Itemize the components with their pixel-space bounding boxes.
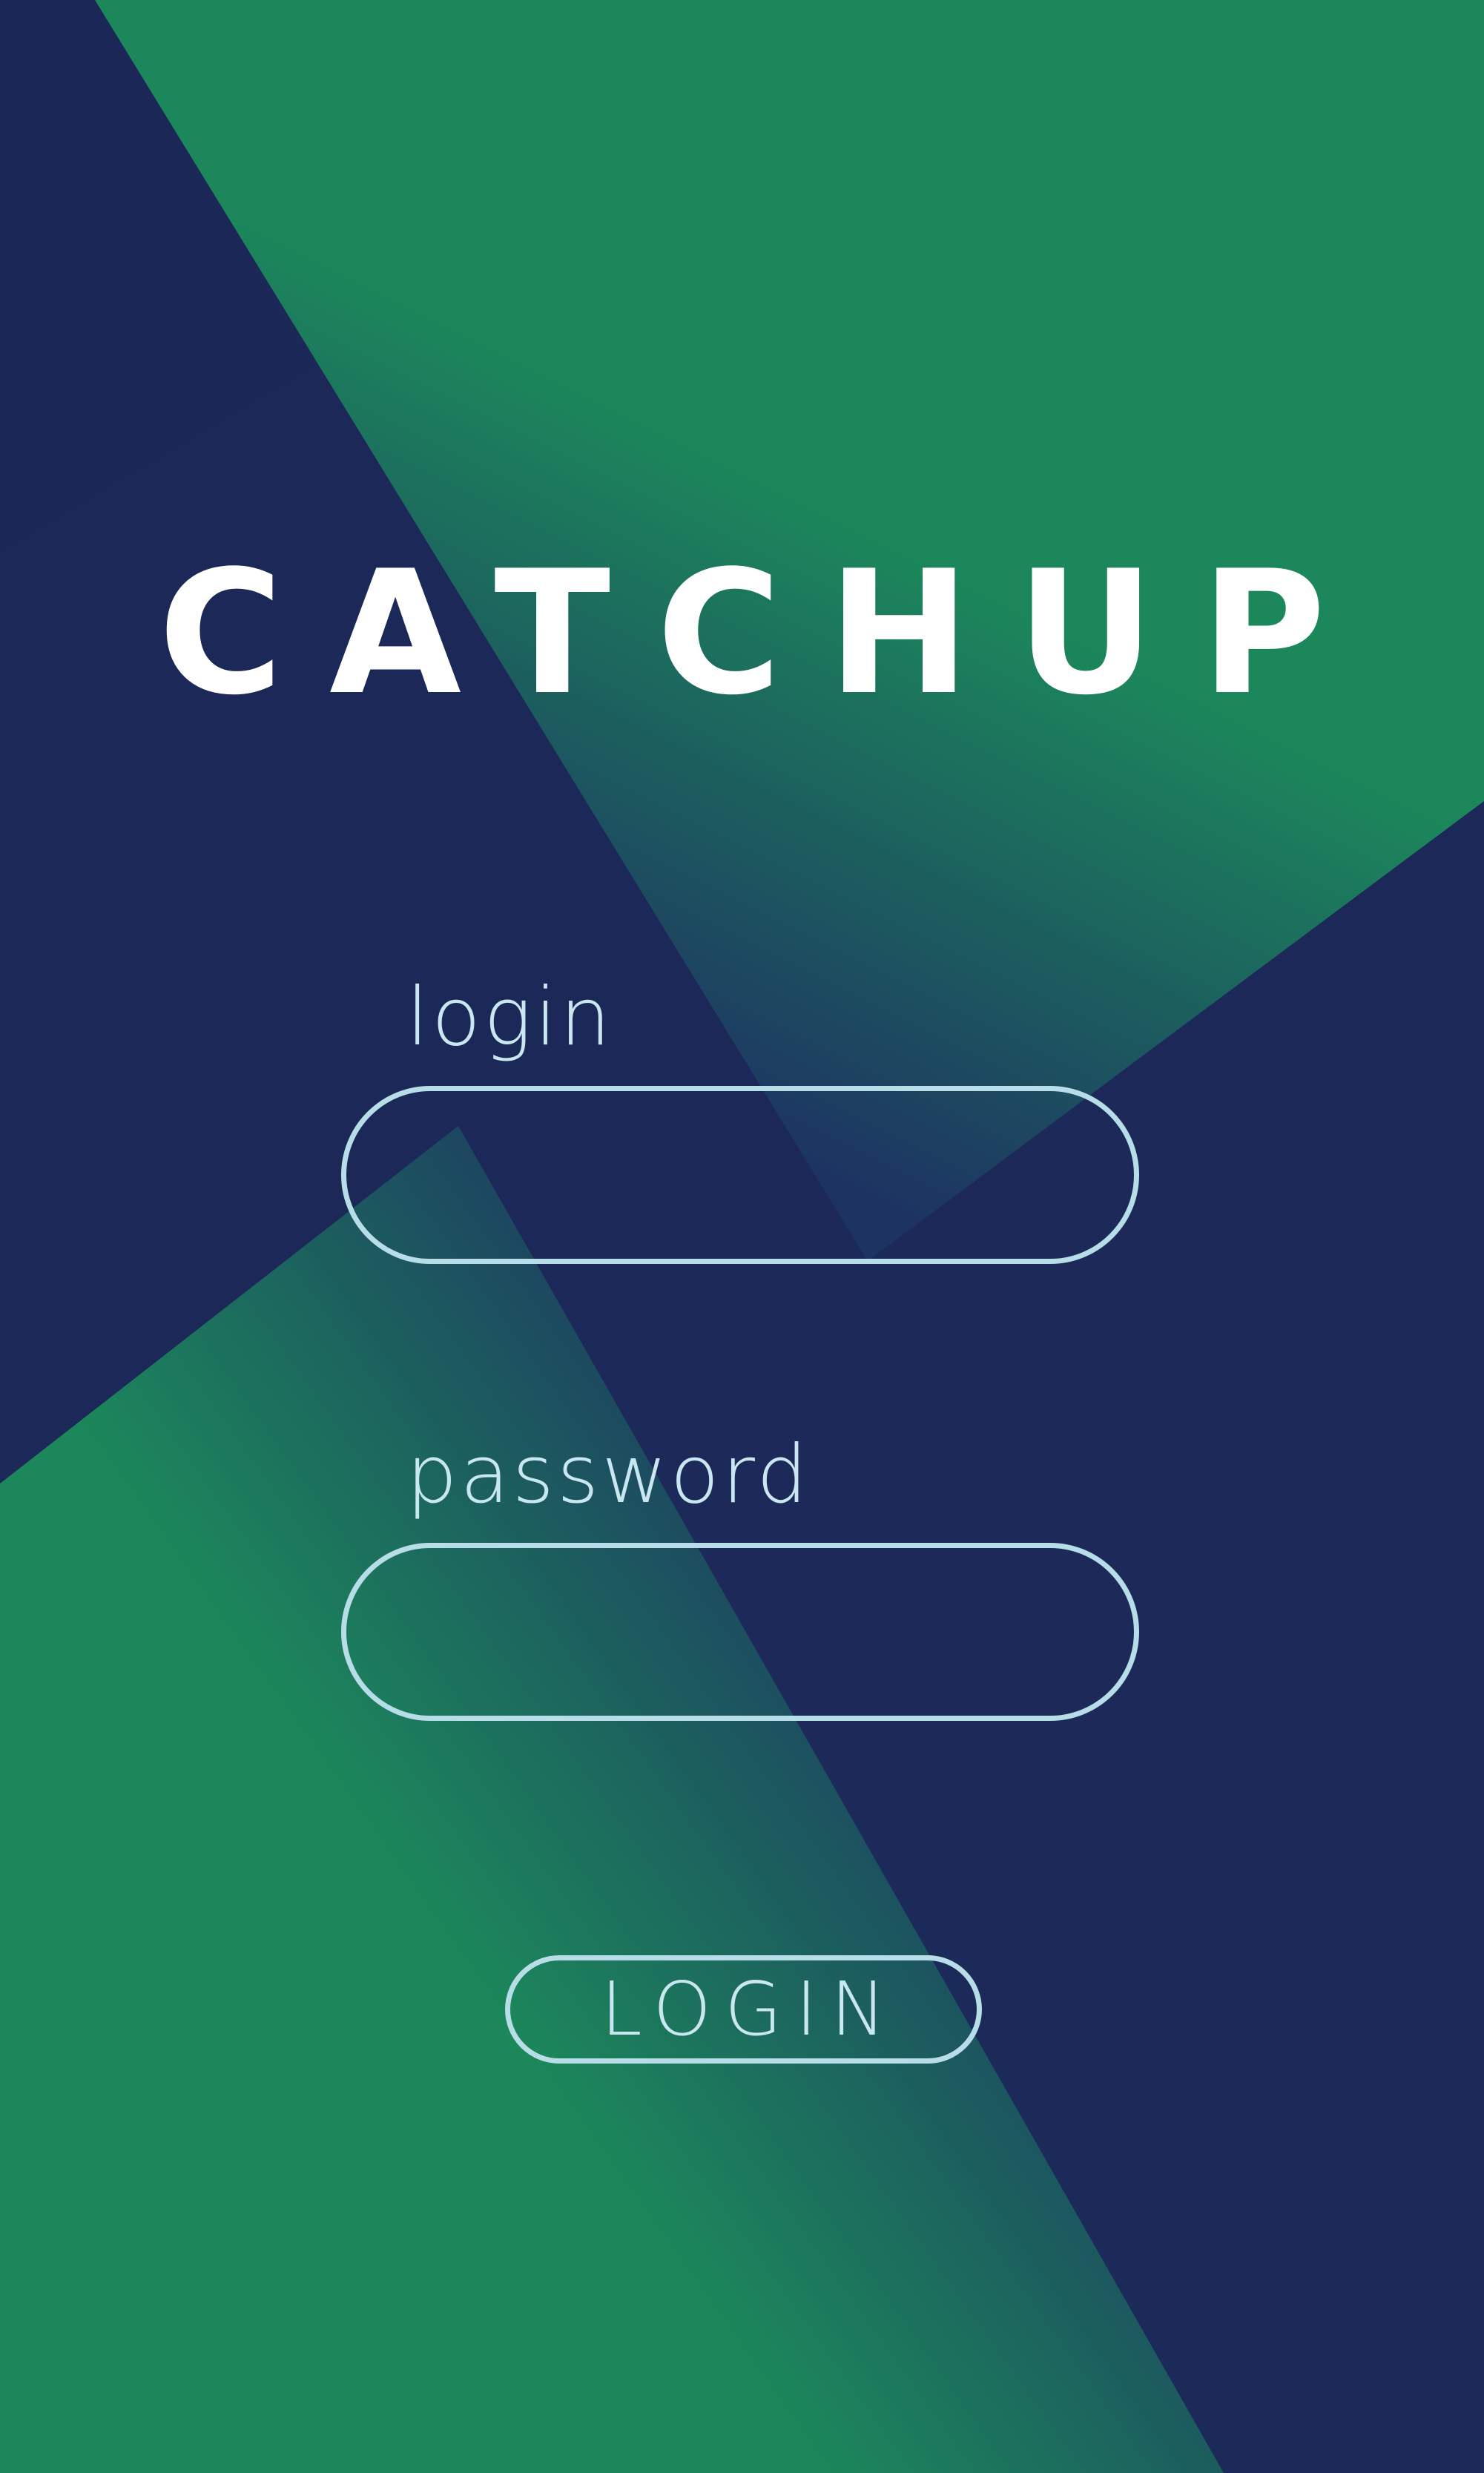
login-label: login [406, 971, 614, 1064]
login-input[interactable] [341, 1086, 1139, 1264]
password-label: password [406, 1429, 811, 1521]
password-input[interactable] [341, 1543, 1139, 1721]
login-button[interactable]: LOGIN [505, 1955, 982, 2064]
login-screen: CATCHUP login password LOGIN [0, 0, 1484, 2473]
app-logo: CATCHUP [158, 535, 1372, 733]
